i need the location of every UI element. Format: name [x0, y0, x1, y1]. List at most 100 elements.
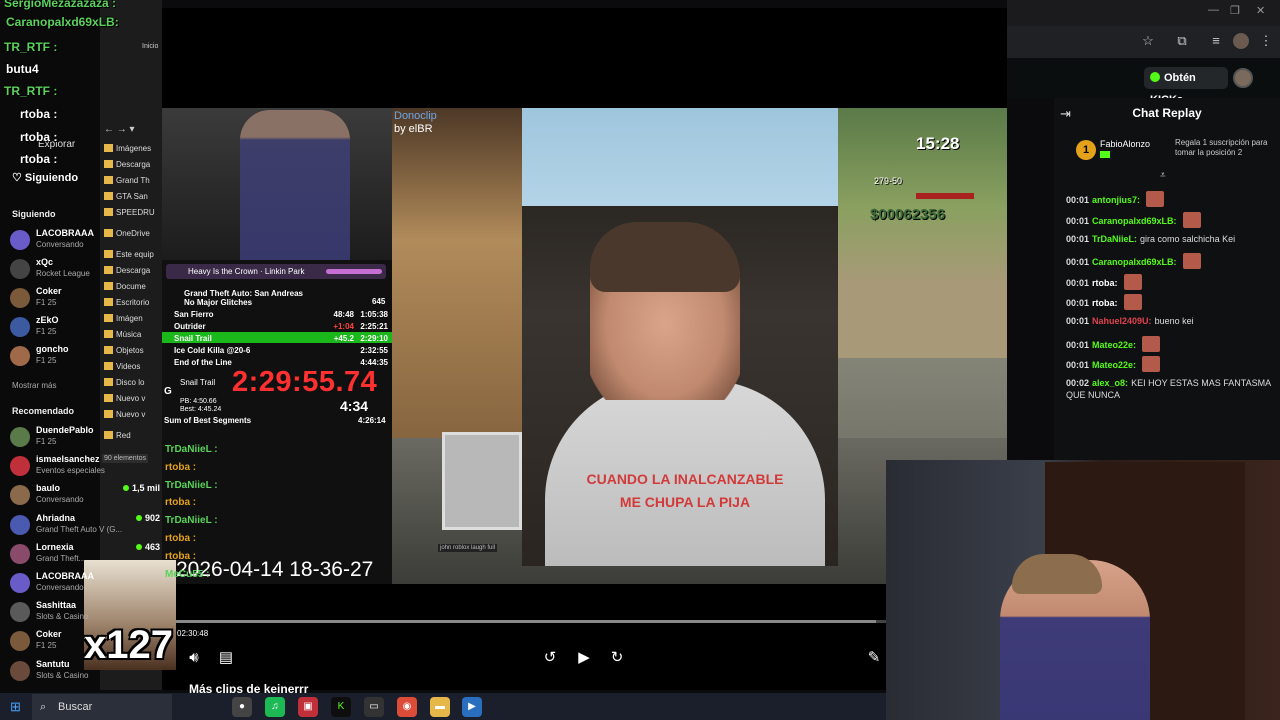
window-icon[interactable]: ▭: [364, 697, 384, 717]
following-channel[interactable]: xQc Rocket League: [10, 257, 102, 285]
minimize-icon[interactable]: —: [1208, 4, 1219, 16]
chat-username[interactable]: TrDaNiieL:: [1092, 234, 1137, 244]
recommended-channel[interactable]: ismaelsanchez Eventos especiales: [10, 454, 105, 482]
sob-value: 4:26:14: [358, 416, 386, 425]
edit-pencil-icon[interactable]: ✎: [864, 648, 884, 668]
recommended-channel[interactable]: DuendePablo F1 25: [10, 425, 102, 453]
chat-username[interactable]: Caranopalxd69xLB:: [1092, 257, 1177, 267]
spotify-icon[interactable]: ♫: [265, 697, 285, 717]
folder-icon: [104, 378, 113, 386]
explorer-nav-icons[interactable]: ← → ▾: [104, 124, 135, 135]
forward-30-icon[interactable]: ↻: [607, 648, 627, 668]
chat-username[interactable]: Caranopalxd69xLB:: [1092, 216, 1177, 226]
explorer-item[interactable]: SPEEDRU: [104, 208, 162, 217]
folder-icon: [104, 229, 113, 237]
extensions-icon[interactable]: ⧉: [1174, 33, 1190, 49]
chat-username[interactable]: Nahuel2409U:: [1092, 316, 1152, 326]
split-row: Snail Trail +45.2 2:29:10: [166, 333, 390, 344]
following-heading[interactable]: ♡ Siguiendo: [12, 171, 78, 184]
chat-message: 00:01 Nahuel2409U: bueno kei: [1066, 315, 1276, 327]
chat-username[interactable]: antonjius7:: [1092, 195, 1140, 205]
chat-username[interactable]: alex_o8:: [1092, 378, 1128, 388]
play-icon[interactable]: ▶: [574, 648, 594, 668]
explorer-item[interactable]: Imágenes: [104, 144, 162, 153]
media-icon[interactable]: ≡: [1208, 33, 1224, 49]
explorer-item[interactable]: Descarga: [104, 160, 162, 169]
windows-start-icon[interactable]: ⊞: [10, 699, 21, 715]
pinned-user: FabioAlonzo: [1100, 139, 1151, 149]
recommended-channel[interactable]: LACOBRAAA Conversando: [10, 571, 102, 599]
recommended-channel[interactable]: Coker F1 25: [10, 629, 102, 657]
explorer-item[interactable]: Música: [104, 330, 162, 339]
emote-icon: [1142, 356, 1161, 372]
chat-timestamp: 00:01: [1066, 257, 1090, 267]
captions-icon[interactable]: ▤: [216, 648, 236, 668]
taskbar-search[interactable]: ⌕ Buscar: [32, 694, 172, 720]
chrome-menu-icon[interactable]: ⋮: [1258, 33, 1274, 49]
photos-icon[interactable]: ▶: [462, 697, 482, 717]
explorer-item[interactable]: Imágen: [104, 314, 162, 323]
best-time: Best: 4:45.24: [180, 406, 222, 413]
recommended-channel[interactable]: Sashittaa Slots & Casino: [10, 600, 102, 628]
app-icon[interactable]: ▣: [298, 697, 318, 717]
explorer-item[interactable]: Red: [104, 431, 162, 440]
chat-username[interactable]: Mateo22e:: [1092, 360, 1136, 370]
chat-username[interactable]: rtoba:: [1092, 298, 1118, 308]
explorer-item[interactable]: Este equip: [104, 250, 162, 259]
rewind-10-icon[interactable]: ↺: [540, 648, 560, 668]
overlay-chat-name: rtoba :: [20, 107, 58, 121]
file-explorer-icon[interactable]: ▬: [430, 697, 450, 717]
obs-icon[interactable]: ●: [232, 697, 252, 717]
show-more-link[interactable]: Mostrar más: [12, 381, 56, 390]
explorer-item[interactable]: Objetos: [104, 346, 162, 355]
recommended-channel[interactable]: Lornexia Grand Theft... 463: [10, 542, 160, 570]
following-channel[interactable]: zEkO F1 25: [10, 315, 102, 343]
chat-username[interactable]: Mateo22e:: [1092, 340, 1136, 350]
bookmark-star-icon[interactable]: ☆: [1140, 33, 1156, 49]
recommended-channel[interactable]: baulo Conversando 1,5 mil: [10, 483, 160, 511]
explorer-item[interactable]: Escritorio: [104, 298, 162, 307]
following-channel[interactable]: Coker F1 25: [10, 286, 102, 314]
recommended-channel[interactable]: Santutu Slots & Casino: [10, 659, 102, 687]
following-section-title: Siguiendo: [12, 209, 56, 219]
chat-username[interactable]: rtoba:: [1092, 278, 1118, 288]
explorer-item[interactable]: Nuevo v: [104, 410, 162, 419]
explorer-item-label: SPEEDRU: [116, 208, 155, 217]
following-channel[interactable]: LACOBRAAA Conversando: [10, 228, 102, 256]
explorer-item[interactable]: Grand Th: [104, 176, 162, 185]
avatar: [10, 660, 30, 681]
volume-icon[interactable]: 🔊︎: [184, 648, 204, 668]
elapsed-time: 02:30:48: [177, 629, 209, 638]
chat-collapse-icon[interactable]: ⇥: [1060, 106, 1071, 122]
explorer-item[interactable]: Docume: [104, 282, 162, 291]
live-dot-icon: [135, 543, 142, 550]
user-avatar[interactable]: [1233, 68, 1253, 88]
overlay-chat-line: TrDaNiieL :: [165, 515, 218, 527]
explorer-item[interactable]: OneDrive: [104, 229, 162, 238]
player-controls: [162, 584, 886, 690]
explorer-item[interactable]: Videos: [104, 362, 162, 371]
channel-name: LACOBRAAA: [36, 228, 94, 238]
get-kicks-button[interactable]: Obtén KICKs: [1144, 67, 1228, 106]
clip-author: by elBR: [394, 123, 433, 135]
maximize-icon[interactable]: ❐: [1230, 4, 1240, 17]
channel-category: Slots & Casino: [36, 670, 89, 680]
recommended-channel[interactable]: Ahriadna Grand Theft Auto V (G... 902: [10, 513, 160, 541]
kick-icon[interactable]: K: [331, 697, 351, 717]
chrome-icon[interactable]: ◉: [397, 697, 417, 717]
following-channel[interactable]: goncho F1 25: [10, 344, 102, 372]
explorer-item-label: Objetos: [116, 346, 144, 355]
close-icon[interactable]: ✕: [1256, 4, 1265, 17]
explorer-item[interactable]: Disco lo: [104, 378, 162, 387]
chrome-profile-icon[interactable]: [1233, 33, 1249, 49]
kicks-icon: [1150, 72, 1160, 82]
scroll-to-pinned-icon[interactable]: ⩡: [1160, 170, 1166, 181]
split-delta: 48:48: [333, 310, 354, 319]
live-dot-icon: [122, 485, 129, 492]
explorer-item[interactable]: Nuevo v: [104, 394, 162, 403]
clip-title: Donoclip: [394, 110, 437, 122]
explorer-item[interactable]: GTA San: [104, 192, 162, 201]
explorer-item[interactable]: Descarga: [104, 266, 162, 275]
chat-timestamp: 00:01: [1066, 360, 1090, 370]
overlay-chat-name: rtoba :: [20, 152, 58, 166]
